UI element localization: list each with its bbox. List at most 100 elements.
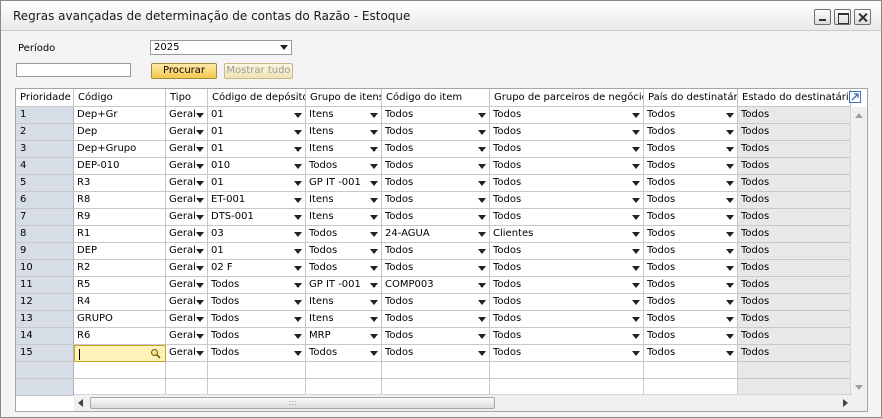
cell-deposito[interactable]: ET-001 [208,192,306,209]
expand-icon[interactable] [849,91,861,103]
chevron-down-icon[interactable] [294,181,302,186]
column-header-codigo[interactable]: Código [74,89,166,107]
cell-estado[interactable]: Todos [738,311,851,328]
table-row[interactable]: 2 Dep Geral 01 Itens Todos Todos Todos Todos [16,124,851,141]
chevron-down-icon[interactable] [370,334,378,339]
cell-tipo[interactable]: Geral [166,124,208,141]
chevron-down-icon[interactable] [632,351,640,356]
column-header-estado[interactable]: Estado do destinatário [738,89,851,107]
cell-estado[interactable]: Todos [738,260,851,277]
chevron-down-icon[interactable] [632,283,640,288]
chevron-down-icon[interactable] [196,215,204,220]
cell-deposito[interactable]: 03 [208,226,306,243]
cell-tipo[interactable] [166,362,208,379]
cell-codigo-item[interactable]: Todos [382,294,490,311]
chevron-down-icon[interactable] [478,164,486,169]
cell-pais[interactable]: Todos [644,141,738,158]
chevron-down-icon[interactable] [294,334,302,339]
cell-codigo-item[interactable] [382,362,490,379]
cell-grupo-parceiros[interactable]: Todos [490,107,644,124]
chevron-down-icon[interactable] [294,198,302,203]
cell-estado[interactable]: Todos [738,345,851,362]
cell-grupo-parceiros[interactable]: Todos [490,328,644,345]
cell-estado[interactable]: Todos [738,226,851,243]
cell-deposito[interactable]: Todos [208,311,306,328]
cell-codigo[interactable]: GRUPO [74,311,166,328]
cell-deposito[interactable]: 01 [208,243,306,260]
chevron-down-icon[interactable] [294,164,302,169]
chevron-down-icon[interactable] [370,113,378,118]
cell-codigo-item[interactable]: Todos [382,243,490,260]
cell-pais[interactable]: Todos [644,294,738,311]
chevron-down-icon[interactable] [370,232,378,237]
cell-grupo-parceiros[interactable]: Todos [490,260,644,277]
cell-grupo-itens[interactable]: Todos [306,226,382,243]
cell-codigo-item[interactable]: Todos [382,158,490,175]
chevron-down-icon[interactable] [632,266,640,271]
cell-tipo[interactable]: Geral [166,311,208,328]
cell-grupo-parceiros[interactable]: Todos [490,345,644,362]
chevron-down-icon[interactable] [370,300,378,305]
cell-estado[interactable]: Todos [738,277,851,294]
cell-codigo[interactable]: R8 [74,192,166,209]
table-row[interactable] [16,362,851,379]
cell-codigo-item[interactable]: Todos [382,260,490,277]
cell-codigo[interactable]: R5 [74,277,166,294]
cell-grupo-itens[interactable]: Todos [306,345,382,362]
chevron-down-icon[interactable] [726,317,734,322]
cell-codigo-item[interactable]: Todos [382,107,490,124]
cell-estado[interactable] [738,362,851,379]
cell-grupo-parceiros[interactable] [490,362,644,379]
cell-tipo[interactable]: Geral [166,107,208,124]
chevron-down-icon[interactable] [726,198,734,203]
horizontal-scroll-thumb[interactable]: ::: [90,397,495,409]
chevron-down-icon[interactable] [726,215,734,220]
cell-codigo[interactable]: Dep+Gr [74,107,166,124]
chevron-down-icon[interactable] [478,130,486,135]
cell-pais[interactable]: Todos [644,277,738,294]
column-header-pais[interactable]: País do destinatário [644,89,738,107]
cell-codigo-item[interactable]: Todos [382,192,490,209]
cell-deposito[interactable]: 01 [208,107,306,124]
cell-pais[interactable]: Todos [644,175,738,192]
cell-tipo[interactable]: Geral [166,141,208,158]
chevron-down-icon[interactable] [632,130,640,135]
table-row[interactable]: 1 Dep+Gr Geral 01 Itens Todos Todos Todos Todos [16,107,851,124]
table-row[interactable]: 9 DEP Geral 01 Todos Todos Todos Todos Todos [16,243,851,260]
cell-codigo-item[interactable]: Todos [382,328,490,345]
cell-codigo[interactable]: R1 [74,226,166,243]
cell-codigo[interactable]: Dep [74,124,166,141]
cell-deposito[interactable]: 01 [208,124,306,141]
scroll-down-icon[interactable] [855,385,863,390]
cell-deposito[interactable]: Todos [208,328,306,345]
cell-grupo-parceiros[interactable]: Todos [490,158,644,175]
cell-codigo[interactable]: R2 [74,260,166,277]
chevron-down-icon[interactable] [294,232,302,237]
cell-codigo[interactable]: R9 [74,209,166,226]
table-row[interactable]: 5 R3 Geral 01 GP IT -001 Todos Todos Todos Todos [16,175,851,192]
cell-pais[interactable]: Todos [644,311,738,328]
cell-pais[interactable]: Todos [644,345,738,362]
cell-grupo-parceiros[interactable]: Todos [490,243,644,260]
cell-tipo[interactable]: Geral [166,175,208,192]
chevron-down-icon[interactable] [632,334,640,339]
table-row[interactable]: 11 R5 Geral Todos GP IT -001 COMP003 Todos Todo… [16,277,851,294]
cell-codigo-item[interactable]: Todos [382,345,490,362]
chevron-down-icon[interactable] [726,147,734,152]
chevron-down-icon[interactable] [196,113,204,118]
chevron-down-icon[interactable] [632,249,640,254]
cell-tipo[interactable]: Geral [166,226,208,243]
chevron-down-icon[interactable] [478,317,486,322]
chevron-down-icon[interactable] [196,164,204,169]
cell-grupo-itens[interactable]: Itens [306,141,382,158]
cell-codigo-item[interactable]: 24-AGUA [382,226,490,243]
cell-grupo-parceiros[interactable]: Todos [490,175,644,192]
cell-pais[interactable]: Todos [644,158,738,175]
chevron-down-icon[interactable] [478,266,486,271]
cell-deposito[interactable] [208,362,306,379]
cell-pais[interactable]: Todos [644,243,738,260]
scroll-left-icon[interactable] [78,399,83,407]
cell-grupo-parceiros[interactable]: Todos [490,209,644,226]
table-row[interactable]: 6 R8 Geral ET-001 Itens Todos Todos Todos Todos [16,192,851,209]
chevron-down-icon[interactable] [370,147,378,152]
